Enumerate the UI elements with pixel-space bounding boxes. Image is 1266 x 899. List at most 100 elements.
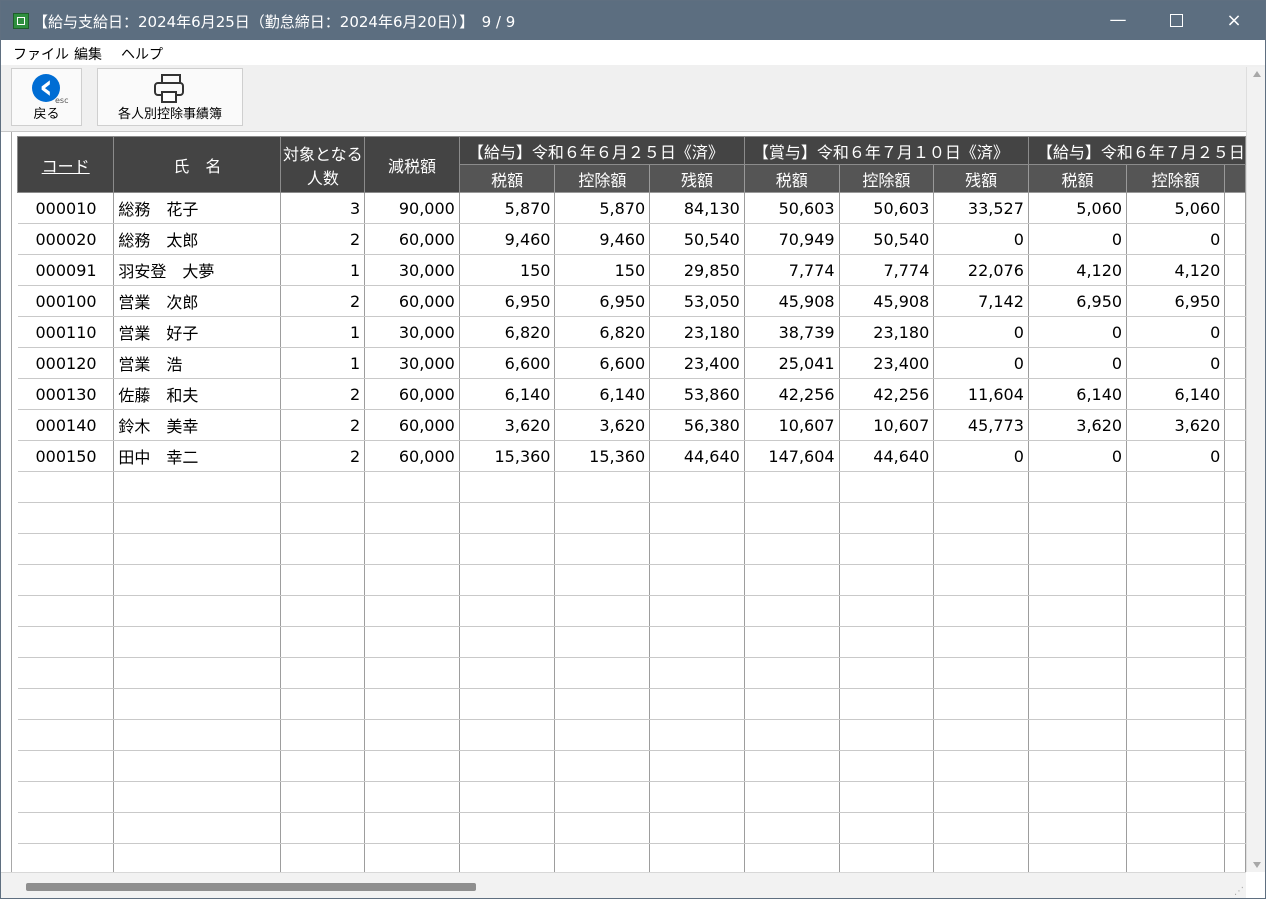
horizontal-scrollbar[interactable]: ⋰ xyxy=(1,872,1246,898)
group3-remaining xyxy=(1224,285,1246,317)
group2-tax: 10,607 xyxy=(744,409,840,441)
employee-name: 営業 好子 xyxy=(113,316,282,348)
employee-name: 田中 幸二 xyxy=(113,440,282,472)
group1-tax: 6,600 xyxy=(459,347,556,379)
close-button[interactable]: × xyxy=(1205,1,1263,40)
group2-deduction: 10,607 xyxy=(839,409,935,441)
group2-remaining: 0 xyxy=(933,440,1029,472)
maximize-button[interactable] xyxy=(1147,1,1205,40)
resize-grip-icon[interactable]: ⋰ xyxy=(1234,886,1244,897)
back-button[interactable]: esc 戻る xyxy=(11,67,82,126)
maximize-icon xyxy=(1169,14,1183,27)
header-code[interactable]: コード xyxy=(16,136,115,193)
empty-row[interactable] xyxy=(17,595,1246,627)
reduction-amount: 90,000 xyxy=(364,192,460,224)
employee-name: 羽安登 大夢 xyxy=(113,254,282,286)
printer-icon xyxy=(153,74,185,104)
group3-remaining xyxy=(1224,440,1246,472)
group3-deduction: 4,120 xyxy=(1126,254,1226,286)
minimize-button[interactable]: — xyxy=(1089,1,1147,40)
group3-remaining xyxy=(1224,192,1246,224)
reduction-amount: 30,000 xyxy=(364,347,460,379)
group3-deduction: 5,060 xyxy=(1126,192,1226,224)
empty-row[interactable] xyxy=(17,843,1246,872)
table-row[interactable]: 000130 佐藤 和夫 2 60,000 6,140 6,140 53,860… xyxy=(17,378,1246,410)
group2-remaining: 33,527 xyxy=(933,192,1029,224)
group1-deduction: 6,950 xyxy=(554,285,651,317)
group2-remaining: 0 xyxy=(933,223,1029,255)
employee-code: 000110 xyxy=(17,316,115,348)
group1-remaining: 29,850 xyxy=(649,254,745,286)
employee-name: 佐藤 和夫 xyxy=(113,378,282,410)
group2-tax: 70,949 xyxy=(744,223,840,255)
reduction-amount: 30,000 xyxy=(364,254,460,286)
table-row[interactable]: 000120 営業 浩 1 30,000 6,600 6,600 23,400 … xyxy=(17,347,1246,379)
group3-deduction: 3,620 xyxy=(1126,409,1226,441)
ledger-label: 各人別控除事績簿 xyxy=(117,107,222,122)
empty-row[interactable] xyxy=(17,626,1246,658)
group3-remaining xyxy=(1224,347,1246,379)
empty-row[interactable] xyxy=(17,502,1246,534)
target-count: 3 xyxy=(280,192,366,224)
employee-code: 000020 xyxy=(17,223,115,255)
reduction-amount: 60,000 xyxy=(364,440,460,472)
table-row[interactable]: 000010 総務 花子 3 90,000 5,870 5,870 84,130… xyxy=(17,192,1246,224)
menu-file[interactable]: ファイル xyxy=(13,44,69,64)
group1-tax: 3,620 xyxy=(459,409,556,441)
employee-code: 000120 xyxy=(17,347,115,379)
empty-row[interactable] xyxy=(17,719,1246,751)
group1-remaining: 56,380 xyxy=(649,409,745,441)
empty-row[interactable] xyxy=(17,471,1246,503)
target-count: 2 xyxy=(280,440,366,472)
table-row[interactable]: 000091 羽安登 大夢 1 30,000 150 150 29,850 7,… xyxy=(17,254,1246,286)
header-name: 氏 名 xyxy=(113,136,282,193)
group3-tax: 4,120 xyxy=(1028,254,1128,286)
header-count: 対象となる 人数 xyxy=(280,136,366,193)
deduction-grid[interactable]: コード 氏 名 対象となる 人数 減税額 【給与】令和６年６月２５日《済》 【賞… xyxy=(11,132,1246,872)
title-bar: 【給与支給日：2024年6月25日（勤怠締日：2024年6月20日）】 9 / … xyxy=(1,1,1265,40)
group1-deduction: 6,820 xyxy=(554,316,651,348)
main-window: 【給与支給日：2024年6月25日（勤怠締日：2024年6月20日）】 9 / … xyxy=(0,0,1266,899)
target-count: 2 xyxy=(280,285,366,317)
employee-code: 000100 xyxy=(17,285,115,317)
header-reduction: 減税額 xyxy=(364,136,460,193)
group3-tax: 5,060 xyxy=(1028,192,1128,224)
group3-deduction: 6,140 xyxy=(1126,378,1226,410)
empty-row[interactable] xyxy=(17,688,1246,720)
table-row[interactable]: 000020 総務 太郎 2 60,000 9,460 9,460 50,540… xyxy=(17,223,1246,255)
target-count: 2 xyxy=(280,223,366,255)
group2-remaining: 22,076 xyxy=(933,254,1029,286)
table-row[interactable]: 000100 営業 次郎 2 60,000 6,950 6,950 53,050… xyxy=(17,285,1246,317)
empty-row[interactable] xyxy=(17,533,1246,565)
menu-help[interactable]: ヘルプ xyxy=(121,44,163,64)
table-row[interactable]: 000110 営業 好子 1 30,000 6,820 6,820 23,180… xyxy=(17,316,1246,348)
group1-remaining: 23,180 xyxy=(649,316,745,348)
empty-row[interactable] xyxy=(17,564,1246,596)
group3-remaining xyxy=(1224,223,1246,255)
group2-tax: 38,739 xyxy=(744,316,840,348)
header-group-bonus-july: 【賞与】令和６年７月１０日《済》 xyxy=(743,136,1029,165)
employee-name: 営業 次郎 xyxy=(113,285,282,317)
scroll-up-arrow-icon[interactable] xyxy=(1253,71,1261,77)
empty-row[interactable] xyxy=(17,657,1246,689)
group2-remaining: 7,142 xyxy=(933,285,1029,317)
empty-row[interactable] xyxy=(17,781,1246,813)
group3-remaining xyxy=(1224,316,1246,348)
scroll-down-arrow-icon[interactable] xyxy=(1253,862,1261,868)
vertical-scrollbar[interactable] xyxy=(1246,67,1265,872)
group3-deduction: 0 xyxy=(1126,440,1226,472)
group2-deduction: 45,908 xyxy=(839,285,935,317)
ledger-button[interactable]: 各人別控除事績簿 xyxy=(97,68,243,126)
menu-edit[interactable]: 編集 xyxy=(74,44,102,64)
group1-tax: 5,870 xyxy=(459,192,556,224)
table-row[interactable]: 000140 鈴木 美幸 2 60,000 3,620 3,620 56,380… xyxy=(17,409,1246,441)
table-row[interactable]: 000150 田中 幸二 2 60,000 15,360 15,360 44,6… xyxy=(17,440,1246,472)
horizontal-scroll-thumb[interactable] xyxy=(26,883,476,891)
group3-tax: 3,620 xyxy=(1028,409,1128,441)
reduction-amount: 60,000 xyxy=(364,378,460,410)
group1-remaining: 23,400 xyxy=(649,347,745,379)
empty-row[interactable] xyxy=(17,750,1246,782)
group3-remaining xyxy=(1224,378,1246,410)
target-count: 1 xyxy=(280,254,366,286)
empty-row[interactable] xyxy=(17,812,1246,844)
